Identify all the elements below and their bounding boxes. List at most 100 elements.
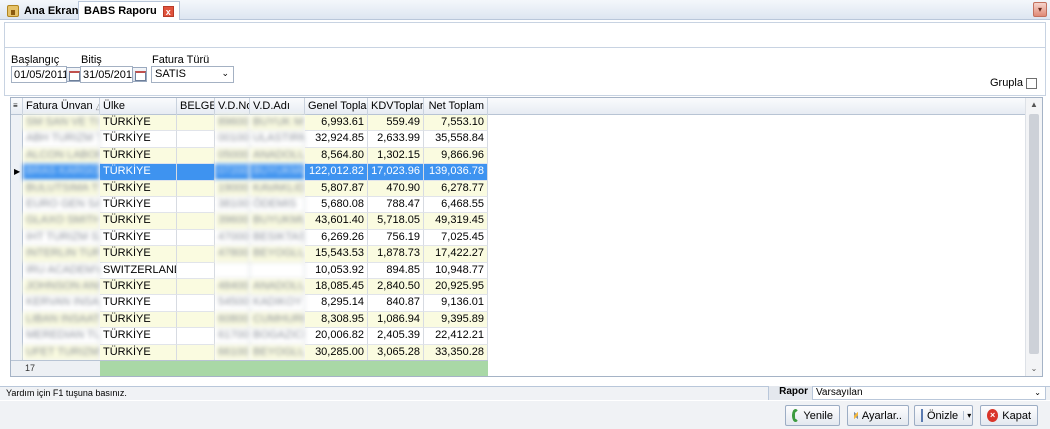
table-row[interactable]: ABH TURIZM TICTÜRKİYE 0010001ULASTIRMA32,… [23,131,488,148]
cell-fatura-unvan: GLAXO SMITH KL [23,213,100,230]
tab-close-icon[interactable]: x [162,5,174,17]
vertical-scrollbar[interactable]: ▲ ⌄ [1025,98,1042,376]
cell-vd-adi: BEYOGLU K [250,246,305,263]
preview-icon [921,409,923,422]
col-vd-adi[interactable]: V.D.Adı [250,98,305,115]
cell-ulke: TÜRKİYE [100,164,177,181]
table-row[interactable]: LIBAN INSAAT SITÜRKİYE 6080001CUMHURIYE8,… [23,311,488,329]
cell-fatura-unvan: ABH TURIZM TIC [23,131,100,148]
cell-genel-toplam: 15,543.53 [305,246,368,263]
scroll-thumb[interactable] [1029,114,1039,354]
settings-label: Ayarlar.. [861,409,902,422]
close-button[interactable]: × Kapat [980,405,1038,426]
table-row[interactable]: EURO GEN SANTÜRKİYE 3810001ÖDEMIS5,680.08… [23,197,488,214]
table-row[interactable]: IRU ACADEMY FISWITZERLAND 10,053.92894.85… [23,262,488,279]
home-icon [7,4,19,17]
cell-ulke: TÜRKİYE [100,311,177,329]
table-row[interactable]: BRAS KARGO TICTÜRKİYE 0720001BUYUKMUK122,… [23,164,488,181]
cell-net-toplam: 33,350.28 [424,344,488,361]
refresh-button[interactable]: Yenile [785,405,840,426]
cell-vd-no: 0500001 [215,147,250,165]
col-belges[interactable]: BELGES [177,98,215,115]
cell-vd-adi: KAVAKLIDE [250,180,305,197]
tab-babs-raporu[interactable]: BABS Raporu x [78,1,180,20]
scroll-down-icon[interactable]: ⌄ [1026,362,1042,376]
col-fatura-unvan[interactable]: Fatura Ünvan △ [23,98,100,115]
column-chooser-icon[interactable]: ≡ [11,98,23,115]
cell-vd-no: 3810001 [215,197,250,214]
chevron-down-icon: ⌄ [1034,388,1041,397]
close-label: Kapat [1002,409,1031,422]
preview-button[interactable]: Önizle ▾ [914,405,973,426]
scroll-up-icon[interactable]: ▲ [1026,98,1042,112]
table-row[interactable]: ALCON LABORATTÜRKİYE 0500001ANADOLU K8,56… [23,147,488,165]
cell-genel-toplam: 30,285.00 [305,344,368,361]
cell-genel-toplam: 5,807.87 [305,180,368,197]
col-vd-no[interactable]: V.D.No [215,98,250,115]
cell-vd-no: 1900001 [215,180,250,197]
cell-belges [177,164,215,181]
cell-fatura-unvan: MEREDIAN TUR T [23,328,100,345]
cell-ulke: TÜRKİYE [100,115,177,132]
cell-fatura-unvan: SM SAN VE TIC A.S [23,115,100,132]
group-checkbox[interactable] [1026,77,1037,89]
end-calendar-icon[interactable] [132,67,147,82]
start-date-input[interactable]: 01/05/2011 [11,66,68,83]
col-kdv-toplam[interactable]: KDVToplam [368,98,424,115]
table-row[interactable]: UFET TURIZM SITÜRKİYE 6610001BEYOGLU30,28… [23,344,488,361]
cell-vd-no: 8960001 [215,115,250,132]
cell-ulke: TÜRKİYE [100,229,177,247]
end-date-input[interactable]: 31/05/2011 [80,66,137,83]
table-row[interactable]: GLAXO SMITH KLTÜRKİYE 3960001BUYUKMUK43,6… [23,213,488,230]
start-calendar-icon[interactable] [66,67,81,82]
group-toggle[interactable]: Grupla [990,77,1037,89]
table-row[interactable]: BULUTSIMA TURTÜRKİYE 1900001KAVAKLIDE5,80… [23,180,488,197]
end-date-label: Bitiş [81,54,102,66]
settings-button[interactable]: Ayarlar.. [847,405,909,426]
cell-ulke: TÜRKİYE [100,344,177,361]
grid-footer: 17 [11,360,488,376]
cell-vd-no: 6170001 [215,328,250,345]
cell-genel-toplam: 20,006.82 [305,328,368,345]
cell-genel-toplam: 10,053.92 [305,262,368,279]
cell-genel-toplam: 8,295.14 [305,295,368,312]
table-row[interactable]: INTERLIN TURIZTÜRKİYE 4780001BEYOGLU K15,… [23,246,488,263]
report-select[interactable]: Varsayılan ⌄ [812,386,1046,400]
invoice-type-select[interactable]: SATIS ⌄ [151,66,234,83]
invoice-type-label: Fatura Türü [152,54,210,66]
cell-genel-toplam: 43,601.40 [305,213,368,230]
tab-menu-chevron-icon[interactable]: ▾ [1033,2,1047,17]
cell-kdv-toplam: 840.87 [368,295,424,312]
button-bar: Yenile Ayarlar.. Önizle ▾ × Kapat [0,401,1050,429]
col-ulke[interactable]: Ülke [100,98,177,115]
cell-net-toplam: 7,025.45 [424,229,488,247]
cell-ulke: TÜRKİYE [100,131,177,148]
table-row[interactable]: IHT TURIZM SANTÜRKİYE 4700001BESIKTAS6,26… [23,229,488,247]
cell-vd-adi: BESIKTAS [250,229,305,247]
cell-vd-no: 4840001 [215,279,250,296]
cell-net-toplam: 139,036.78 [424,164,488,181]
cell-kdv-toplam: 470.90 [368,180,424,197]
table-row[interactable]: MEREDIAN TUR TTÜRKİYE 6170001BOGAZICI K20… [23,328,488,345]
cell-vd-no: 0720001 [215,164,250,181]
cell-ulke: TURKIYE [100,295,177,312]
table-row[interactable]: SM SAN VE TIC A.STÜRKİYE 8960001BUYUK MUK… [23,115,488,132]
cell-fatura-unvan: IRU ACADEMY FI [23,262,100,279]
cell-genel-toplam: 18,085.45 [305,279,368,296]
chevron-down-icon[interactable]: ▾ [963,411,971,420]
col-net-toplam[interactable]: Net Toplam [424,98,488,115]
refresh-icon [792,409,800,422]
table-row[interactable]: KERVAN INSAATTURKIYE 5450001KADIKOY8,295.… [23,295,488,312]
table-row[interactable]: JOHNSON ANDTÜRKİYE 4840001ANADOLU K18,085… [23,279,488,296]
col-genel-toplam[interactable]: Genel Toplan [305,98,368,115]
tab-home-label: Ana Ekran [24,4,79,17]
cell-fatura-unvan: IHT TURIZM SAN [23,229,100,247]
toolbar-area [4,22,1046,48]
cell-fatura-unvan: JOHNSON AND [23,279,100,296]
cell-net-toplam: 20,925.95 [424,279,488,296]
tab-home[interactable]: Ana Ekran [2,1,83,20]
cell-fatura-unvan: INTERLIN TURIZ [23,246,100,263]
refresh-label: Yenile [803,409,833,422]
cell-net-toplam: 22,412.21 [424,328,488,345]
cell-genel-toplam: 8,308.95 [305,311,368,329]
